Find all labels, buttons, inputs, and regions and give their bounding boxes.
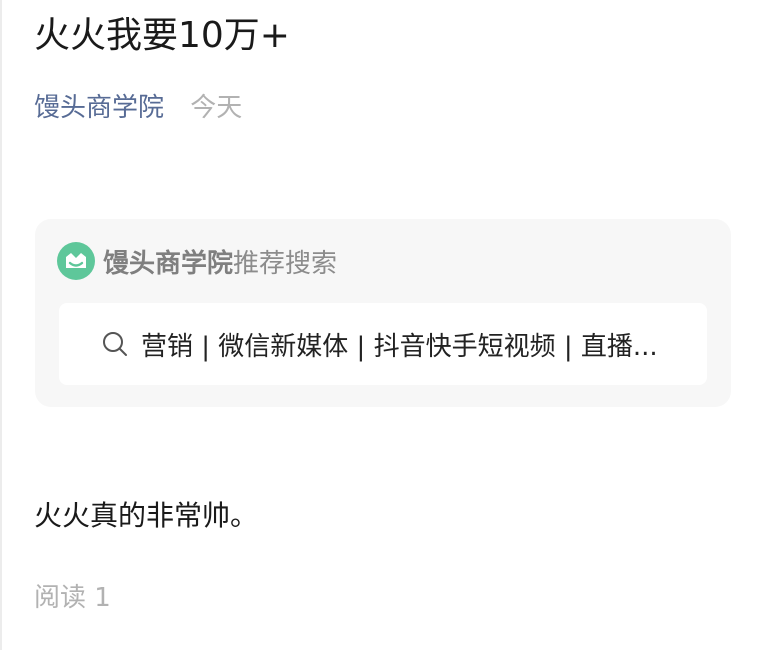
bear-face-logo-icon (57, 242, 95, 280)
read-count: 阅读 1 (34, 583, 111, 613)
search-icon (101, 330, 129, 358)
search-card-brand-name: 馒头商学院 (103, 248, 234, 279)
account-name-link[interactable]: 馒头商学院 (34, 93, 164, 123)
recommended-search-box[interactable]: 营销 | 微信新媒体 | 抖音快手短视频 | 直播... (59, 303, 707, 385)
article-body-text: 火火真的非常帅。 (34, 499, 259, 532)
search-suggestion-text: 营销 | 微信新媒体 | 抖音快手短视频 | 直播... (141, 331, 658, 362)
search-card-header: 馒头商学院 推荐搜索 (57, 241, 337, 281)
article-title: 火火我要10万+ (34, 15, 290, 56)
article-page: 火火我要10万+ 馒头商学院 今天 馒头商学院 推荐搜索 营销 | 微信新媒体 (0, 0, 758, 650)
article-meta: 馒头商学院 今天 (34, 90, 242, 126)
publish-date: 今天 (190, 93, 243, 123)
recommended-search-card: 馒头商学院 推荐搜索 营销 | 微信新媒体 | 抖音快手短视频 | 直播... (35, 219, 731, 407)
search-card-subtitle: 推荐搜索 (233, 248, 338, 279)
